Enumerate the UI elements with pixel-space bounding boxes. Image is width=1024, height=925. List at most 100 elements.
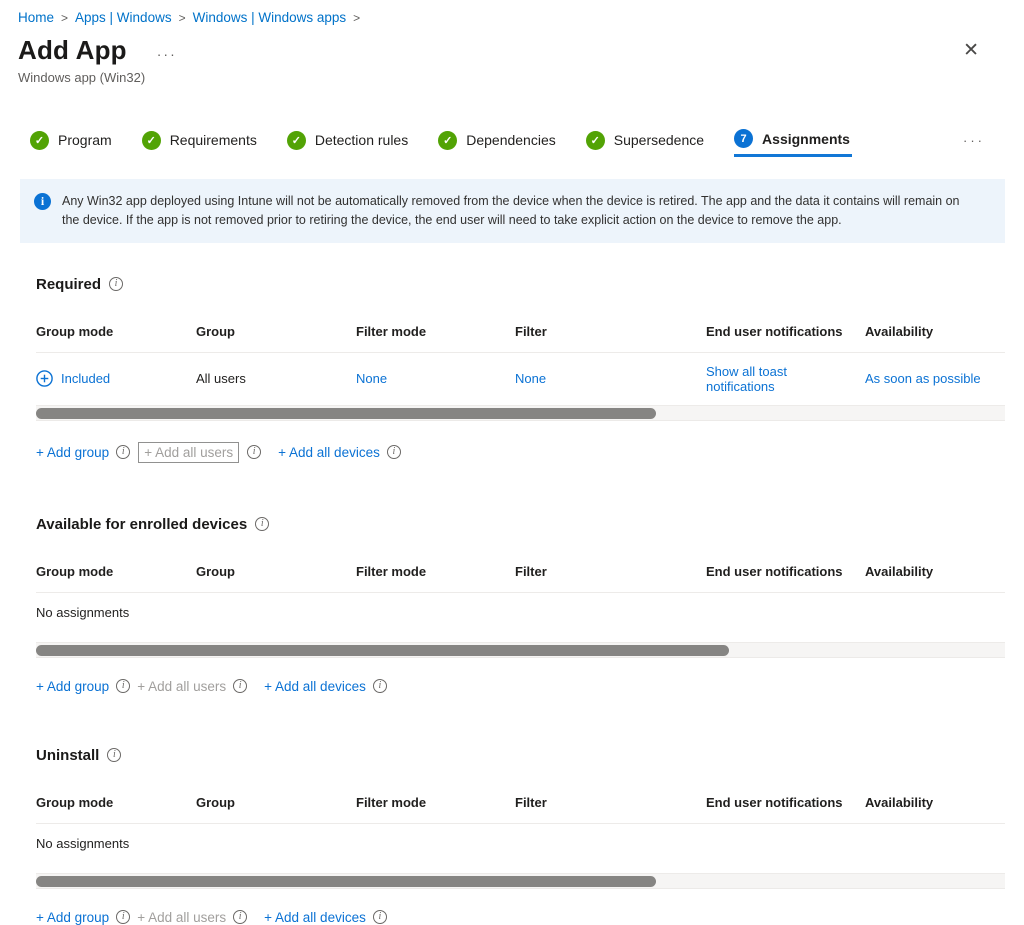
filter-link[interactable]: None bbox=[515, 371, 546, 386]
info-icon[interactable]: i bbox=[233, 910, 247, 924]
step-requirements[interactable]: ✓ Requirements bbox=[142, 123, 257, 157]
section-required: Required i Group mode Group Filter mode … bbox=[36, 276, 1005, 463]
horizontal-scrollbar[interactable] bbox=[36, 406, 1005, 421]
add-group-button[interactable]: + Add group bbox=[36, 445, 109, 460]
col-availability: Availability bbox=[865, 324, 1005, 339]
check-icon: ✓ bbox=[586, 131, 605, 150]
step-supersedence[interactable]: ✓ Supersedence bbox=[586, 123, 704, 157]
table-header-row: Group mode Group Filter mode Filter End … bbox=[36, 789, 1005, 824]
availability-link[interactable]: As soon as possible bbox=[865, 371, 981, 386]
steps-overflow-icon[interactable]: ··· bbox=[963, 133, 985, 148]
info-icon[interactable]: i bbox=[373, 910, 387, 924]
col-filter-mode: Filter mode bbox=[356, 564, 515, 579]
info-icon[interactable]: i bbox=[387, 445, 401, 459]
col-group: Group bbox=[196, 324, 356, 339]
table-row: Included All users None None Show all to… bbox=[36, 353, 1005, 406]
close-icon[interactable]: ✕ bbox=[959, 37, 983, 64]
step-label: Detection rules bbox=[315, 132, 408, 148]
col-filter-mode: Filter mode bbox=[356, 324, 515, 339]
add-group-button[interactable]: + Add group bbox=[36, 679, 109, 694]
col-availability: Availability bbox=[865, 564, 1005, 579]
section-title: Available for enrolled devices bbox=[36, 516, 247, 533]
check-icon: ✓ bbox=[30, 131, 49, 150]
breadcrumb-separator: > bbox=[179, 11, 186, 25]
required-actions: + Add group i + Add all users i + Add al… bbox=[36, 442, 1005, 463]
check-icon: ✓ bbox=[142, 131, 161, 150]
check-icon: ✓ bbox=[287, 131, 306, 150]
step-label: Program bbox=[58, 132, 112, 148]
add-all-users-button[interactable]: + Add all users bbox=[137, 910, 226, 925]
page-title: Add App bbox=[18, 35, 127, 66]
group-mode-link[interactable]: Included bbox=[61, 371, 110, 386]
info-icon[interactable]: i bbox=[247, 445, 261, 459]
col-filter: Filter bbox=[515, 324, 706, 339]
breadcrumb-separator: > bbox=[61, 11, 68, 25]
col-filter: Filter bbox=[515, 564, 706, 579]
scrollbar-thumb[interactable] bbox=[36, 645, 729, 656]
col-group: Group bbox=[196, 795, 356, 810]
horizontal-scrollbar[interactable] bbox=[36, 643, 1005, 658]
step-assignments[interactable]: 7 Assignments bbox=[734, 123, 852, 157]
group-cell: All users bbox=[196, 371, 356, 386]
uninstall-table: Group mode Group Filter mode Filter End … bbox=[36, 789, 1005, 889]
breadcrumb-apps-windows[interactable]: Apps | Windows bbox=[75, 10, 172, 25]
info-icon[interactable]: i bbox=[233, 679, 247, 693]
info-icon[interactable]: i bbox=[116, 445, 130, 459]
col-end-user-notifications: End user notifications bbox=[706, 564, 865, 579]
end-user-notifications-link[interactable]: Show all toast notifications bbox=[706, 364, 787, 394]
info-icon[interactable]: i bbox=[116, 910, 130, 924]
col-filter-mode: Filter mode bbox=[356, 795, 515, 810]
add-group-button[interactable]: + Add group bbox=[36, 910, 109, 925]
section-title: Uninstall bbox=[36, 747, 99, 764]
col-group: Group bbox=[196, 564, 356, 579]
breadcrumb-home[interactable]: Home bbox=[18, 10, 54, 25]
add-all-devices-button[interactable]: + Add all devices bbox=[264, 910, 366, 925]
table-header-row: Group mode Group Filter mode Filter End … bbox=[36, 558, 1005, 593]
info-icon[interactable]: i bbox=[107, 748, 121, 762]
scrollbar-thumb[interactable] bbox=[36, 876, 656, 887]
table-header-row: Group mode Group Filter mode Filter End … bbox=[36, 318, 1005, 353]
step-label: Requirements bbox=[170, 132, 257, 148]
step-label: Supersedence bbox=[614, 132, 704, 148]
info-icon[interactable]: i bbox=[373, 679, 387, 693]
required-table: Group mode Group Filter mode Filter End … bbox=[36, 318, 1005, 421]
step-detection-rules[interactable]: ✓ Detection rules bbox=[287, 123, 408, 157]
breadcrumb-windows-apps[interactable]: Windows | Windows apps bbox=[193, 10, 347, 25]
info-icon[interactable]: i bbox=[116, 679, 130, 693]
info-icon[interactable]: i bbox=[109, 277, 123, 291]
info-banner: i Any Win32 app deployed using Intune wi… bbox=[20, 179, 1005, 243]
col-availability: Availability bbox=[865, 795, 1005, 810]
title-more-menu-icon[interactable]: ··· bbox=[157, 46, 177, 62]
available-table: Group mode Group Filter mode Filter End … bbox=[36, 558, 1005, 658]
horizontal-scrollbar[interactable] bbox=[36, 874, 1005, 889]
scrollbar-thumb[interactable] bbox=[36, 408, 656, 419]
info-icon: i bbox=[34, 193, 51, 210]
step-label: Assignments bbox=[762, 131, 850, 147]
title-bar: Add App ··· ✕ bbox=[18, 35, 1005, 66]
col-filter: Filter bbox=[515, 795, 706, 810]
add-all-devices-button[interactable]: + Add all devices bbox=[278, 445, 380, 460]
empty-row: No assignments bbox=[36, 824, 1005, 874]
add-all-users-button[interactable]: + Add all users bbox=[137, 679, 226, 694]
col-end-user-notifications: End user notifications bbox=[706, 324, 865, 339]
breadcrumb-separator: > bbox=[353, 11, 360, 25]
page-subtitle: Windows app (Win32) bbox=[18, 70, 1005, 85]
empty-row: No assignments bbox=[36, 593, 1005, 643]
step-number-badge: 7 bbox=[734, 129, 753, 148]
filter-mode-link[interactable]: None bbox=[356, 371, 387, 386]
section-available: Available for enrolled devices i Group m… bbox=[36, 516, 1005, 694]
wizard-steps: ✓ Program ✓ Requirements ✓ Detection rul… bbox=[18, 123, 1005, 157]
add-all-devices-button[interactable]: + Add all devices bbox=[264, 679, 366, 694]
available-actions: + Add group i + Add all users i + Add al… bbox=[36, 679, 1005, 694]
step-program[interactable]: ✓ Program bbox=[30, 123, 112, 157]
info-icon[interactable]: i bbox=[255, 517, 269, 531]
add-app-panel: Home > Apps | Windows > Windows | Window… bbox=[0, 0, 1024, 925]
uninstall-actions: + Add group i + Add all users i + Add al… bbox=[36, 910, 1005, 925]
col-group-mode: Group mode bbox=[36, 564, 196, 579]
section-uninstall: Uninstall i Group mode Group Filter mode… bbox=[36, 747, 1005, 925]
plus-circle-icon[interactable] bbox=[36, 370, 53, 387]
step-label: Dependencies bbox=[466, 132, 556, 148]
breadcrumb: Home > Apps | Windows > Windows | Window… bbox=[18, 8, 1005, 25]
add-all-users-button[interactable]: + Add all users bbox=[138, 442, 239, 463]
step-dependencies[interactable]: ✓ Dependencies bbox=[438, 123, 556, 157]
